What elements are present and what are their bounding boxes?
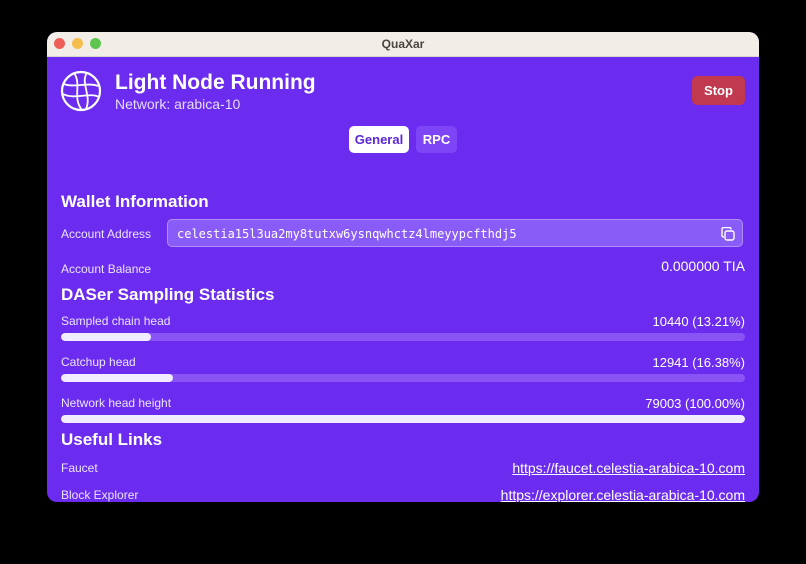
progress-fill-catchup-head	[61, 374, 174, 382]
stat-value-network-head-height: 79003 (100.00%)	[645, 396, 745, 411]
block-explorer-label: Block Explorer	[61, 488, 139, 502]
wallet-section-title: Wallet Information	[61, 192, 209, 211]
account-balance-value: 0.000000 TIA	[661, 258, 745, 274]
stat-label-catchup-head: Catchup head	[61, 355, 136, 369]
account-balance-label: Account Balance	[61, 262, 152, 276]
main-content: Light Node Running Network: arabica-10 S…	[47, 57, 759, 502]
tab-rpc[interactable]: RPC	[416, 126, 457, 153]
tab-general[interactable]: General	[349, 126, 409, 153]
useful-links-section-title: Useful Links	[61, 430, 163, 449]
progress-fill-network-head-height	[61, 415, 745, 423]
stat-label-network-head-height: Network head height	[61, 396, 172, 410]
progress-bar-network-head-height	[61, 415, 745, 423]
tab-bar: General RPC	[349, 126, 457, 153]
title-bar: QuaXar	[47, 32, 759, 57]
account-address-label: Account Address	[61, 227, 152, 241]
stop-button[interactable]: Stop	[692, 76, 745, 105]
progress-bar-catchup-head	[61, 374, 745, 382]
stat-label-sampled-chain-head: Sampled chain head	[61, 314, 171, 328]
app-window: QuaXar Light Node Running Network: arabi…	[47, 32, 759, 502]
node-status-title: Light Node Running	[115, 71, 316, 94]
network-label: Network: arabica-10	[115, 96, 241, 112]
stat-value-catchup-head: 12941 (16.38%)	[652, 355, 745, 370]
account-address-value: celestia15l3ua2my8tutxw6ysnqwhctz4lmeyyp…	[177, 227, 517, 241]
account-address-field[interactable]: celestia15l3ua2my8tutxw6ysnqwhctz4lmeyyp…	[167, 219, 743, 247]
progress-bar-sampled-chain-head	[61, 333, 745, 341]
window-title: QuaXar	[381, 37, 425, 51]
faucet-link[interactable]: https://faucet.celestia-arabica-10.com	[512, 460, 745, 476]
daser-section-title: DASer Sampling Statistics	[61, 285, 275, 304]
faucet-label: Faucet	[61, 461, 98, 475]
block-explorer-link[interactable]: https://explorer.celestia-arabica-10.com	[501, 487, 745, 502]
progress-fill-sampled-chain-head	[61, 333, 152, 341]
copy-icon[interactable]	[721, 227, 735, 241]
network-globe-icon	[60, 70, 102, 112]
stat-value-sampled-chain-head: 10440 (13.21%)	[652, 314, 745, 329]
